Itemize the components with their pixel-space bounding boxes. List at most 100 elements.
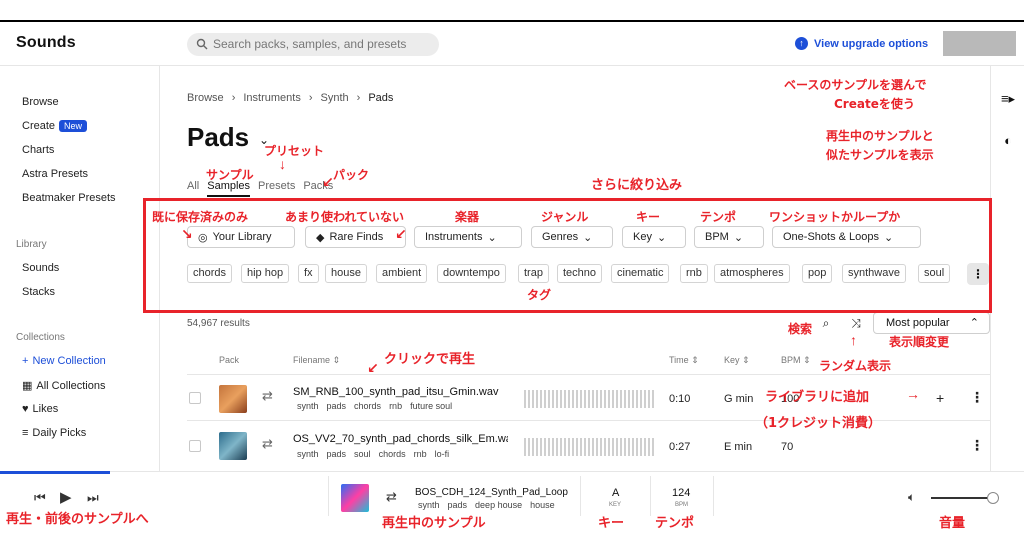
player-tag[interactable]: synth	[418, 500, 440, 510]
divider	[713, 476, 714, 516]
row-filename[interactable]: SM_RNB_100_synth_pad_itsu_Gmin.wav	[293, 386, 508, 398]
pack-cover[interactable]	[219, 385, 247, 413]
pack-cover[interactable]	[219, 432, 247, 460]
queue-icon[interactable]: ≡▸	[997, 88, 1019, 110]
sidebar-item-charts[interactable]: Charts	[22, 144, 54, 156]
sidebar-item-label: Stacks	[22, 286, 56, 298]
loop-icon: ⇄	[262, 436, 273, 451]
sidebar-item-label: Astra Presets	[22, 168, 89, 180]
search-icon[interactable]: ⌕	[816, 313, 836, 333]
annotation-tempo: テンポ	[700, 210, 737, 224]
more-vertical-icon[interactable]: ⋮	[970, 389, 984, 406]
row-tag[interactable]: soul	[354, 449, 371, 459]
row-tag[interactable]: synth	[297, 401, 319, 411]
sort-label: Most popular	[886, 317, 950, 329]
row-checkbox[interactable]	[189, 392, 201, 404]
annotation-key: キー	[636, 210, 661, 224]
player-key-label: KEY	[609, 502, 622, 508]
player-tag[interactable]: pads	[448, 500, 468, 510]
sidebar-item-label: All Collections	[36, 379, 106, 392]
volume-slider[interactable]	[931, 497, 993, 499]
annotation-rare: あまり使われていない	[285, 210, 405, 224]
next-icon[interactable]: ⏭	[87, 490, 99, 506]
row-key: E min	[724, 441, 753, 453]
player-bpm: 124	[672, 487, 691, 499]
annotation-instrument: 楽器	[455, 210, 480, 224]
sidebar-item-label: Create	[22, 120, 56, 132]
sidebar-item-browse[interactable]: Browse	[22, 96, 59, 108]
arrow-right-icon: →	[906, 386, 920, 402]
waveform[interactable]	[524, 390, 654, 408]
row-tag[interactable]: chords	[379, 449, 406, 459]
row-tag[interactable]: pads	[327, 449, 347, 459]
sidebar-item-all-collections[interactable]: ▦ All Collections	[22, 379, 106, 393]
breadcrumb: Browse › Instruments › Synth › Pads	[187, 92, 393, 104]
row-tag[interactable]: future soul	[410, 401, 452, 411]
upgrade-link[interactable]: ↑ View upgrade options	[795, 37, 928, 50]
volume-knob[interactable]	[987, 492, 999, 504]
chevron-updown-icon: ⌃	[969, 317, 979, 329]
breadcrumb-instruments[interactable]: Instruments	[243, 92, 300, 104]
sidebar-item-label: Daily Picks	[32, 427, 87, 439]
sidebar-item-create[interactable]: Create New	[22, 120, 88, 132]
annotation-add-library: ライブラリに追加	[765, 390, 870, 405]
row-tag[interactable]: pads	[327, 401, 347, 411]
similar-icon[interactable]: ◐	[997, 130, 1019, 152]
volume-icon[interactable]: 🔈︎	[908, 490, 915, 505]
annotation-base-sample-2: Createを使う	[834, 97, 915, 111]
more-vertical-icon[interactable]: ⋮	[970, 437, 984, 454]
player-tag[interactable]: deep house	[475, 500, 522, 510]
avatar[interactable]	[943, 31, 1016, 56]
add-icon[interactable]: +	[936, 390, 944, 406]
library-section-title: Library	[16, 239, 47, 250]
row-tags: synth pads chords rnb future soul	[297, 401, 452, 411]
progress-bar[interactable]	[0, 471, 110, 474]
sidebar-item-daily-picks[interactable]: ≡ Daily Picks	[22, 427, 86, 439]
arrow-down-right-icon: ↘	[181, 226, 193, 242]
sidebar-item-sounds[interactable]: Sounds	[22, 262, 59, 274]
shuffle-icon[interactable]: ⤨	[846, 313, 866, 333]
sidebar-item-stacks[interactable]: Stacks	[22, 286, 55, 298]
breadcrumb-synth[interactable]: Synth	[321, 92, 349, 104]
app-brand[interactable]: Sounds	[16, 34, 76, 52]
row-filename[interactable]: OS_VV2_70_synth_pad_chords_silk_Em.wav	[293, 433, 508, 445]
tab-all[interactable]: All	[187, 180, 199, 197]
row-tag[interactable]: synth	[297, 449, 319, 459]
sidebar-item-label: New Collection	[32, 355, 106, 367]
player-tag[interactable]: house	[530, 500, 555, 510]
row-tag[interactable]: lo-fi	[435, 449, 450, 459]
arrow-down-icon: ↓	[279, 156, 286, 172]
col-time[interactable]: Time ⇕	[669, 355, 699, 366]
annotation-click-play: クリックで再生	[384, 352, 476, 367]
col-filename[interactable]: Filename ⇕	[293, 355, 340, 366]
tab-presets[interactable]: Presets	[258, 180, 295, 197]
annotation-base-sample: ベースのサンプルを選んで	[784, 78, 927, 92]
row-tag[interactable]: chords	[354, 401, 381, 411]
search-input[interactable]: Search packs, samples, and presets	[187, 33, 439, 56]
row-checkbox[interactable]	[189, 440, 201, 452]
row-tags: synth pads soul chords rnb lo-fi	[297, 449, 449, 459]
row-tag[interactable]: rnb	[414, 449, 427, 459]
col-key[interactable]: Key ⇕	[724, 355, 750, 366]
sort-select[interactable]: Most popular ⌃	[873, 312, 990, 334]
col-bpm[interactable]: BPM ⇕	[781, 355, 811, 366]
sidebar-item-likes[interactable]: ♥ Likes	[22, 403, 58, 415]
new-collection-button[interactable]: + New Collection	[22, 355, 106, 367]
arrow-down-left-icon: ↙	[322, 174, 334, 190]
annotation-prev-next: 再生・前後のサンプルへ	[6, 512, 149, 527]
previous-icon[interactable]: ⏮	[34, 490, 46, 506]
annotation-sample: サンプル	[206, 168, 254, 182]
annotation-tempo-2: テンポ	[655, 516, 695, 531]
right-rail	[990, 66, 1024, 471]
breadcrumb-browse[interactable]: Browse	[187, 92, 224, 104]
divider	[328, 476, 329, 516]
sidebar-item-astra[interactable]: Astra Presets	[22, 168, 88, 180]
row-tag[interactable]: rnb	[389, 401, 402, 411]
play-icon[interactable]: ▶	[60, 488, 72, 506]
arrow-down-left-icon: ↙	[367, 360, 379, 376]
waveform[interactable]	[524, 438, 654, 456]
sidebar-item-beatmaker[interactable]: Beatmaker Presets	[22, 192, 116, 204]
col-pack: Pack	[219, 355, 240, 365]
divider	[187, 374, 990, 375]
sidebar-item-label: Likes	[32, 403, 59, 415]
